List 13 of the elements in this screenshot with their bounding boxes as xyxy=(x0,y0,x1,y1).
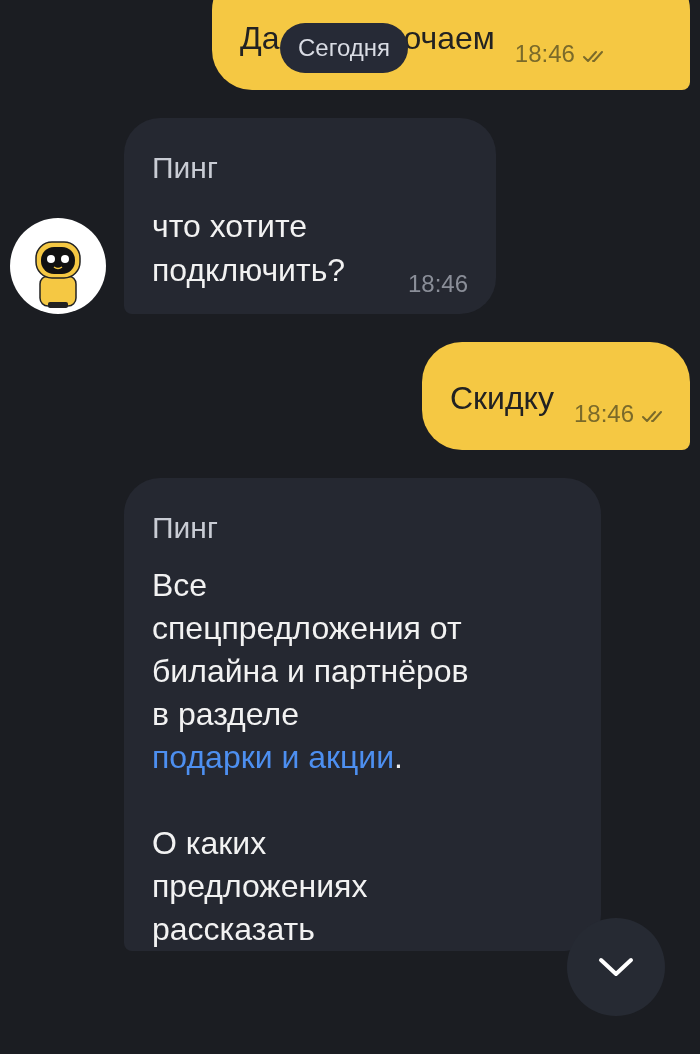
message-time: 18:46 xyxy=(408,270,469,298)
message-text: Все спецпредложения от билайна и партнёров в разделе подарки и акции. xyxy=(152,566,470,777)
link[interactable]: подарки и акции xyxy=(152,739,395,775)
message-time: 18:46 xyxy=(514,40,575,68)
message-text: Скидку xyxy=(449,379,554,418)
sender-name: Пинг xyxy=(152,510,219,546)
sender-name: Пинг xyxy=(152,150,219,186)
message-text: Да xyxy=(240,19,280,58)
message-time: 18:46 xyxy=(573,400,634,428)
chevron-down-icon xyxy=(598,957,634,977)
message-text: О каких предложениях рассказать xyxy=(152,824,369,949)
message-text: что хотите подключить? xyxy=(152,207,347,290)
robot-avatar-icon xyxy=(10,218,106,314)
